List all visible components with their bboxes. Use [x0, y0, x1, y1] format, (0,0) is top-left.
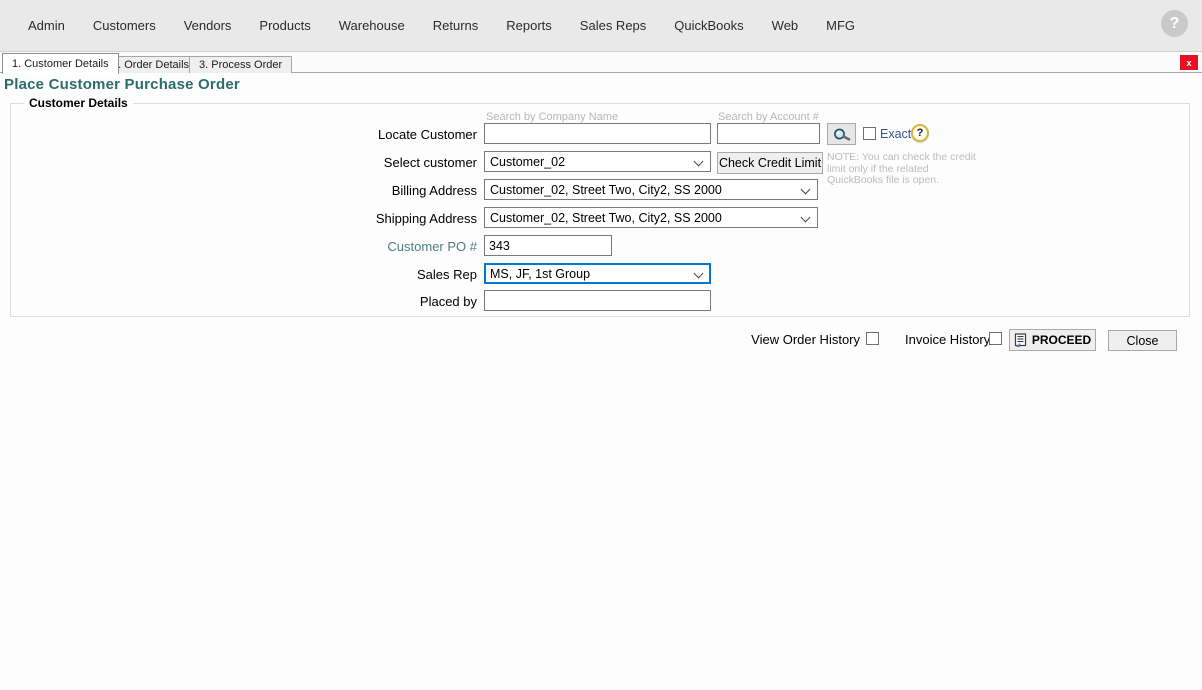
magnifier-icon [832, 127, 852, 142]
shipping-address-dropdown[interactable]: Customer_02, Street Two, City2, SS 2000 [484, 207, 818, 228]
check-credit-limit-button[interactable]: Check Credit Limit [717, 152, 823, 174]
tab-strip: 1. Customer Details 2. Order Details 3. … [0, 52, 1202, 73]
menu-bar: Admin Customers Vendors Products Warehou… [0, 0, 1202, 52]
invoice-history-label: Invoice History [905, 332, 990, 347]
proceed-label: PROCEED [1032, 333, 1091, 347]
company-search-caption: Search by Company Name [486, 111, 618, 123]
proceed-icon [1014, 333, 1027, 348]
menu-warehouse[interactable]: Warehouse [339, 18, 405, 33]
close-button[interactable]: Close [1108, 330, 1177, 351]
shipping-address-value: Customer_02, Street Two, City2, SS 2000 [490, 211, 722, 225]
menu-customers[interactable]: Customers [93, 18, 156, 33]
view-order-history-checkbox[interactable] [866, 332, 879, 345]
chevron-down-icon [694, 157, 704, 167]
app-window: Admin Customers Vendors Products Warehou… [0, 0, 1202, 690]
select-customer-dropdown[interactable]: Customer_02 [484, 151, 711, 172]
chevron-down-icon [801, 213, 811, 223]
sales-rep-dropdown[interactable]: MS, JF, 1st Group [484, 263, 711, 284]
chevron-down-icon [694, 269, 704, 279]
menu-web[interactable]: Web [772, 18, 799, 33]
page-title: Place Customer Purchase Order [4, 76, 240, 93]
view-order-history-label: View Order History [700, 332, 860, 347]
search-button[interactable] [827, 123, 856, 145]
company-search-input[interactable] [484, 123, 711, 144]
groupbox-label: Customer Details [24, 96, 133, 110]
tab-process-order[interactable]: 3. Process Order [189, 56, 292, 73]
chevron-down-icon [801, 185, 811, 195]
credit-limit-note: NOTE: You can check the credit limit onl… [827, 152, 985, 187]
account-search-caption: Search by Account # [718, 111, 819, 123]
exact-label: Exact [880, 127, 911, 141]
billing-address-label: Billing Address [300, 183, 477, 198]
billing-address-value: Customer_02, Street Two, City2, SS 2000 [490, 183, 722, 197]
placed-by-label: Placed by [300, 294, 477, 309]
menu-quickbooks[interactable]: QuickBooks [674, 18, 743, 33]
menu-sales-reps[interactable]: Sales Reps [580, 18, 646, 33]
account-search-input[interactable] [717, 123, 820, 144]
shipping-address-label: Shipping Address [300, 211, 477, 226]
menu-returns[interactable]: Returns [433, 18, 479, 33]
menu-admin[interactable]: Admin [28, 18, 65, 33]
menu-mfg[interactable]: MFG [826, 18, 855, 33]
select-customer-value: Customer_02 [490, 155, 565, 169]
menu-reports[interactable]: Reports [506, 18, 552, 33]
customer-po-input[interactable] [484, 235, 612, 256]
tab-customer-details[interactable]: 1. Customer Details [2, 53, 119, 74]
billing-address-dropdown[interactable]: Customer_02, Street Two, City2, SS 2000 [484, 179, 818, 200]
menu-vendors[interactable]: Vendors [184, 18, 232, 33]
placed-by-input[interactable] [484, 290, 711, 311]
sales-rep-label: Sales Rep [300, 267, 477, 282]
close-tab-icon[interactable]: x [1180, 55, 1198, 70]
invoice-history-checkbox[interactable] [989, 332, 1002, 345]
customer-po-label: Customer PO # [300, 239, 477, 254]
locate-customer-label: Locate Customer [300, 127, 477, 142]
locate-help-icon[interactable]: ? [911, 124, 929, 142]
select-customer-label: Select customer [300, 155, 477, 170]
sales-rep-value: MS, JF, 1st Group [490, 267, 590, 281]
menu-products[interactable]: Products [259, 18, 310, 33]
exact-checkbox[interactable] [863, 127, 876, 140]
help-icon[interactable]: ? [1161, 10, 1188, 37]
proceed-button[interactable]: PROCEED [1009, 329, 1096, 351]
